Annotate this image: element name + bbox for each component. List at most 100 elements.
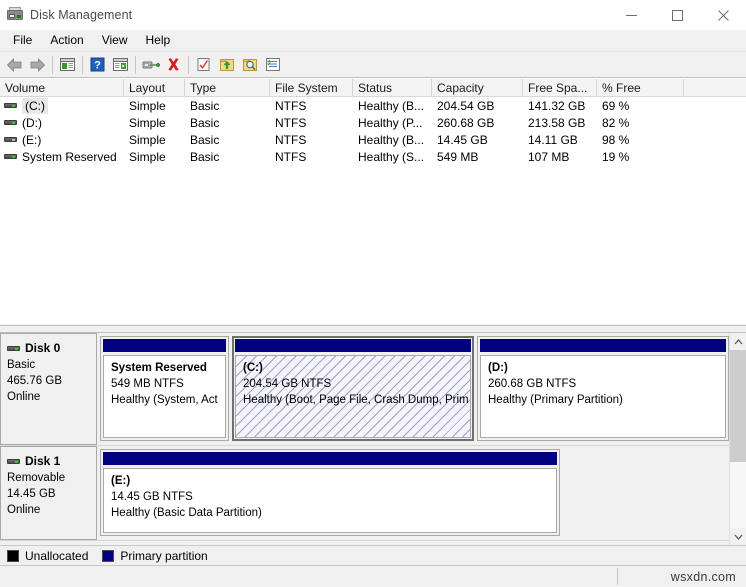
cell-layout: Simple [129,98,166,113]
scroll-up-arrow-icon[interactable] [730,333,746,350]
disk-info-disk-0[interactable]: Disk 0 Basic 465.76 GB Online [0,333,97,445]
title-bar: Disk Management [0,0,746,30]
disk-name: Disk 0 [25,341,61,355]
disk-size: 465.76 GB [7,375,62,387]
cell-volume[interactable]: (D:) [0,115,124,131]
column-header-percent-free[interactable]: % Free [597,79,684,96]
help-icon[interactable]: ? [86,54,109,76]
export-list-icon[interactable] [215,54,238,76]
table-row[interactable]: (D:) Simple Basic NTFS Healthy (P... 260… [0,114,746,131]
delete-icon[interactable] [162,54,185,76]
toolbar-separator [52,55,53,74]
cell-percent-free: 69 % [602,98,630,113]
toolbar: ? [0,52,746,78]
cell-status: Healthy (P... [358,115,423,130]
scrollbar-track[interactable] [730,350,746,528]
properties-icon[interactable] [192,54,215,76]
cell-status: Healthy (B... [358,98,425,113]
drive-icon [4,100,17,111]
rescan-disks-icon[interactable] [139,54,162,76]
disk-state: Online [7,504,41,516]
minimize-button[interactable] [608,0,654,30]
cell-layout: Simple [129,115,166,130]
partition-status: Healthy (Primary Partition) [488,394,623,406]
menu-bar: File Action View Help [0,30,746,52]
column-header-status[interactable]: Status [353,79,432,96]
partition-status: Healthy (Basic Data Partition) [111,507,262,519]
partition-details: System Reserved 549 MB NTFS Healthy (Sys… [103,355,226,438]
partition-size-fs: 14.45 GB NTFS [111,491,193,503]
table-row[interactable]: System Reserved Simple Basic NTFS Health… [0,148,746,165]
show-hide-action-pane-icon[interactable] [109,54,132,76]
menu-file[interactable]: File [4,30,41,51]
drive-icon [4,117,17,128]
cell-free-space: 14.11 GB [528,132,578,147]
cell-volume[interactable]: System Reserved [0,149,124,165]
cell-capacity: 260.68 GB [437,115,495,130]
partition-capacity-bar [103,452,557,465]
back-icon[interactable] [3,54,26,76]
menu-help[interactable]: Help [137,30,180,51]
cell-type: Basic [190,115,220,130]
partition-system-reserved[interactable]: System Reserved 549 MB NTFS Healthy (Sys… [100,336,229,441]
legend-unallocated: Unallocated [7,549,88,563]
maximize-button[interactable] [654,0,700,30]
forward-icon[interactable] [26,54,49,76]
scrollbar-thumb[interactable] [730,350,746,462]
disk-drive-icon [7,7,23,23]
cell-percent-free: 98 % [602,132,630,147]
toolbar-separator [82,55,83,74]
partition-title: System Reserved [111,362,207,374]
graphical-view-panel: Disk 0 Basic 465.76 GB Online System Res… [0,333,746,545]
status-bar: wsxdn.com [0,565,746,587]
status-bar-divider [617,568,618,585]
vertical-scrollbar[interactable] [729,333,746,545]
disk-size: 14.45 GB [7,488,56,500]
disk-management-window: Disk Management File Action View Help ? … [0,0,746,587]
show-details-icon[interactable] [261,54,284,76]
disk-row-disk-1[interactable]: Disk 1 Removable 14.45 GB Online (E:) 14… [0,446,729,541]
cell-volume[interactable]: (E:) [0,132,124,148]
cell-volume[interactable]: (C:) [0,97,124,114]
cell-percent-free: 19 % [602,149,630,164]
partition-details: (D:) 260.68 GB NTFS Healthy (Primary Par… [480,355,726,438]
partition-size-fs: 260.68 GB NTFS [488,378,577,390]
find-icon[interactable] [238,54,261,76]
menu-view[interactable]: View [93,30,137,51]
disk-type: Basic [7,359,36,371]
scroll-down-arrow-icon[interactable] [730,528,746,545]
partition-e-drive[interactable]: (E:) 14.45 GB NTFS Healthy (Basic Data P… [100,449,560,536]
column-header-volume[interactable]: Volume [0,79,124,96]
cell-free-space: 107 MB [528,149,570,164]
partition-d-drive[interactable]: (D:) 260.68 GB NTFS Healthy (Primary Par… [477,336,729,441]
volume-list-header: Volume Layout Type File System Status Ca… [0,78,746,97]
legend-swatch-primary-partition [102,549,115,562]
table-row[interactable]: (C:) Simple Basic NTFS Healthy (B... 204… [0,97,746,114]
column-header-capacity[interactable]: Capacity [432,79,523,96]
menu-action[interactable]: Action [41,30,92,51]
volume-list-rows: (C:) Simple Basic NTFS Healthy (B... 204… [0,97,746,165]
cell-file-system: NTFS [275,98,307,113]
window-controls [608,0,746,30]
partition-c-drive[interactable]: (C:) 204.54 GB NTFS Healthy (Boot, Page … [232,336,474,441]
table-row[interactable]: (E:) Simple Basic NTFS Healthy (B... 14.… [0,131,746,148]
partition-status: Healthy (Boot, Page File, Crash Dump, Pr… [243,394,469,406]
cell-type: Basic [190,98,220,113]
column-header-free-space[interactable]: Free Spa... [523,79,597,96]
legend-swatch-unallocated [7,549,19,562]
partition-size-fs: 549 MB NTFS [111,378,184,390]
legend-primary-partition: Primary partition [102,549,208,563]
panel-splitter[interactable] [0,325,746,333]
volume-label: System Reserved [22,149,117,164]
close-button[interactable] [700,0,746,30]
show-hide-console-tree-icon[interactable] [56,54,79,76]
column-header-type[interactable]: Type [185,79,270,96]
column-header-file-system[interactable]: File System [270,79,353,96]
partition-capacity-bar [480,339,726,352]
disk-row-disk-0[interactable]: Disk 0 Basic 465.76 GB Online System Res… [0,333,729,446]
disk-info-disk-1[interactable]: Disk 1 Removable 14.45 GB Online [0,446,97,540]
column-header-layout[interactable]: Layout [124,79,185,96]
cell-capacity: 14.45 GB [437,132,488,147]
partition-size-fs: 204.54 GB NTFS [243,378,332,390]
volume-list-panel: Volume Layout Type File System Status Ca… [0,78,746,325]
